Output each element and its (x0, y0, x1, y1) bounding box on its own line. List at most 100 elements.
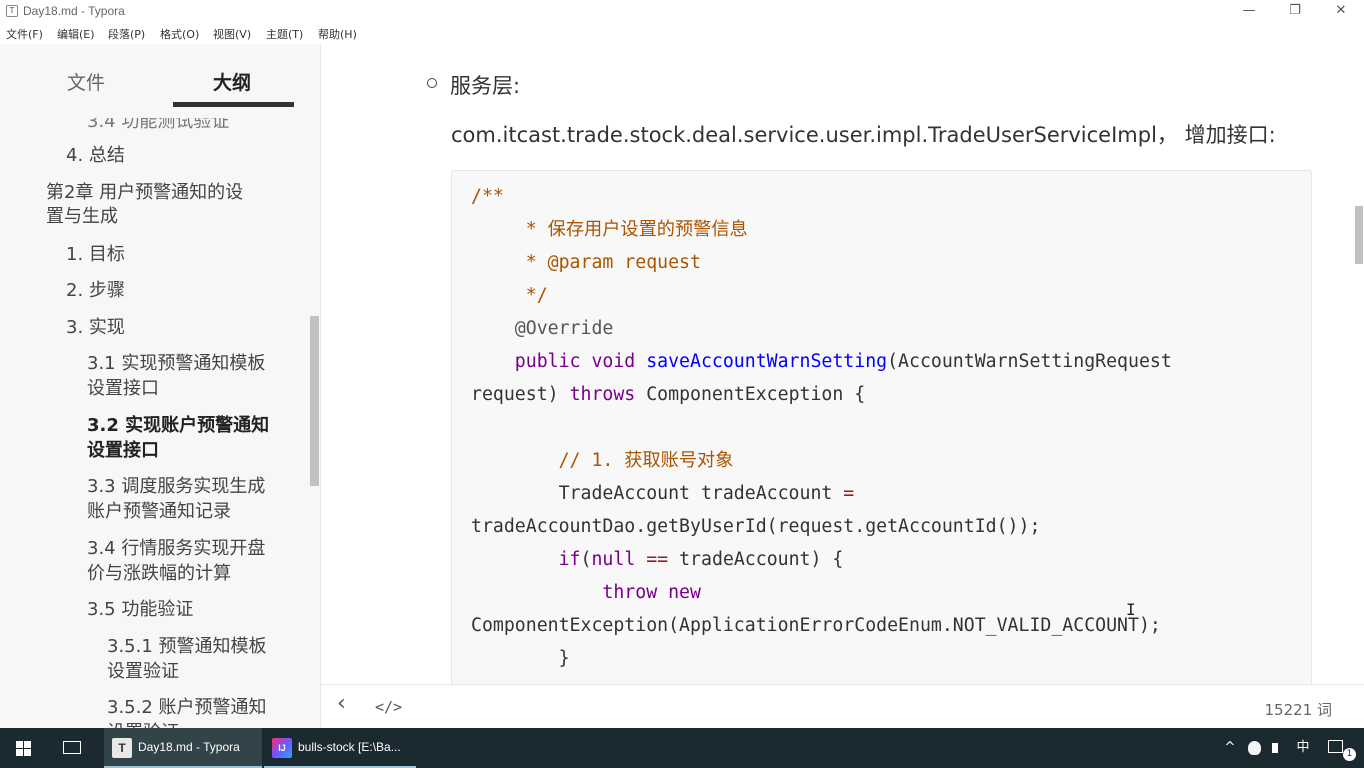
outline-item-3-1[interactable]: 3.1 实现预警通知模板 (87, 351, 265, 376)
outline-item-3-5-2-cont[interactable]: 设置验证 (107, 720, 179, 728)
windows-taskbar: T Day18.md - Typora IJ bulls-stock [E:\B… (0, 728, 1364, 768)
show-hidden-icons-chevron[interactable]: ^ (1221, 728, 1239, 768)
code-keyword: null (591, 549, 636, 570)
outline-item-3-1-cont[interactable]: 设置接口 (87, 376, 159, 401)
paragraph-class-path[interactable]: com.itcast.trade.stock.deal.service.user… (451, 119, 1276, 149)
code-text: tradeAccount) { (668, 549, 844, 570)
windows-logo-icon (16, 749, 23, 756)
minimize-button[interactable]: — (1226, 0, 1272, 22)
outline-item-summary[interactable]: 4. 总结 (66, 143, 125, 168)
notification-count-badge: 1 (1343, 748, 1356, 761)
code-annotation: @Override (471, 318, 614, 339)
menu-paragraph[interactable]: 段落(P) (108, 26, 145, 42)
input-method-indicator[interactable]: 中 (1292, 728, 1314, 768)
typora-icon: T (112, 738, 132, 758)
outline-item-3-4-test[interactable]: 3.4 功能测试验证 (87, 118, 229, 134)
window-title: Day18.md - Typora (23, 4, 125, 18)
task-view-icon (63, 741, 81, 754)
outline-item-chapter-2[interactable]: 第2章 用户预警通知的设 (46, 180, 243, 205)
editor-area[interactable]: 服务层: com.itcast.trade.stock.deal.service… (321, 44, 1364, 684)
code-line: request) throws ComponentException { (471, 383, 865, 407)
close-button[interactable]: ✕ (1318, 0, 1364, 22)
outline-item-3-2-active[interactable]: 3.2 实现账户预警通知 (87, 413, 269, 438)
code-keyword: public (471, 351, 581, 372)
ibeam-cursor-icon: I (1126, 600, 1136, 619)
menu-file[interactable]: 文件(F) (6, 26, 43, 42)
source-code-mode-icon[interactable]: </> (375, 698, 402, 716)
menu-format[interactable]: 格式(O) (160, 26, 199, 42)
volume-icon[interactable] (1268, 728, 1290, 768)
code-line: tradeAccountDao.getByUserId(request.getA… (471, 516, 1041, 537)
code-line: if(null == tradeAccount) { (471, 548, 844, 572)
code-line: ComponentException(ApplicationErrorCodeE… (471, 615, 1161, 636)
outline-item-3-2-active-cont[interactable]: 设置接口 (87, 438, 159, 463)
list-bullet-icon (427, 78, 437, 88)
outline-item-3-5-2[interactable]: 3.5.2 账户预警通知 (107, 695, 267, 720)
code-operator: = (843, 483, 855, 504)
taskbar-app-intellij[interactable]: IJ bulls-stock [E:\Ba... (264, 728, 416, 768)
qq-tray-icon[interactable] (1244, 728, 1266, 768)
code-line: @Override (471, 317, 614, 341)
code-line: public void saveAccountWarnSetting(Accou… (471, 350, 1172, 374)
code-line: throw new (471, 581, 701, 605)
code-keyword: if (558, 549, 581, 570)
code-method-name: saveAccountWarnSetting (635, 351, 888, 372)
menu-view[interactable]: 视图(V) (213, 26, 251, 42)
sidebar-scrollbar[interactable] (310, 316, 319, 486)
windows-logo-icon (16, 741, 23, 748)
taskbar-app-typora[interactable]: T Day18.md - Typora (104, 728, 262, 768)
start-button[interactable] (0, 728, 48, 768)
tab-files[interactable]: 文件 (67, 68, 105, 95)
taskbar-app-label: bulls-stock [E:\Ba... (298, 740, 401, 754)
restore-button[interactable]: ❐ (1272, 0, 1318, 22)
notification-icon (1328, 740, 1343, 753)
list-item-service-layer[interactable]: 服务层: (450, 70, 520, 100)
outline-item-3-4-cont[interactable]: 价与涨跌幅的计算 (87, 561, 231, 586)
outline-item-3-3[interactable]: 3.3 调度服务实现生成 (87, 474, 265, 499)
tab-outline[interactable]: 大纲 (213, 68, 251, 95)
code-line: TradeAccount tradeAccount = (471, 482, 855, 506)
code-line: } (471, 648, 570, 669)
taskbar-app-label: Day18.md - Typora (138, 740, 240, 754)
menu-bar: 文件(F) 编辑(E) 段落(P) 格式(O) 视图(V) 主题(T) 帮助(H… (0, 22, 1364, 44)
menu-theme[interactable]: 主题(T) (266, 26, 303, 42)
code-text: ( (580, 549, 592, 570)
title-bar: T Day18.md - Typora — ❐ ✕ (0, 0, 1364, 22)
outline-item-chapter-2-cont[interactable]: 置与生成 (46, 204, 118, 229)
outline-item-3-5-1-cont[interactable]: 设置验证 (107, 659, 179, 684)
code-text: request) (471, 384, 570, 405)
intellij-icon: IJ (272, 738, 292, 758)
outline-item-3-5[interactable]: 3.5 功能验证 (87, 597, 193, 622)
windows-logo-icon (24, 741, 31, 748)
outline-item-steps[interactable]: 2. 步骤 (66, 278, 125, 303)
outline-item-3-4[interactable]: 3.4 行情服务实现开盘 (87, 536, 265, 561)
code-line: */ (471, 285, 548, 306)
toggle-sidebar-icon[interactable]: ‹ (337, 691, 346, 716)
editor-scrollbar[interactable] (1355, 206, 1363, 264)
code-line: // 1. 获取账号对象 (471, 450, 734, 471)
menu-help[interactable]: 帮助(H) (318, 26, 357, 42)
outline-item-goal[interactable]: 1. 目标 (66, 242, 125, 267)
speaker-icon (1272, 743, 1278, 753)
outline-item-3-3-cont[interactable]: 账户预警通知记录 (87, 499, 231, 524)
outline-item-3-5-1[interactable]: 3.5.1 预警通知模板 (107, 634, 267, 659)
windows-logo-icon (24, 749, 31, 756)
outline-item-implement[interactable]: 3. 实现 (66, 315, 125, 340)
task-view-button[interactable] (48, 728, 96, 768)
code-block[interactable]: /** * 保存用户设置的预警信息 * @param request */ @O… (451, 170, 1312, 684)
sidebar: 文件 大纲 3.4 功能测试验证 4. 总结 第2章 用户预警通知的设 置与生成… (0, 44, 321, 728)
sidebar-tabs: 文件 大纲 (0, 44, 320, 108)
menu-edit[interactable]: 编辑(E) (57, 26, 95, 42)
code-line: /** (471, 186, 504, 207)
word-count[interactable]: 15221 词 (1265, 699, 1333, 720)
code-keyword: throws (569, 384, 636, 405)
code-line: * 保存用户设置的预警信息 (471, 219, 748, 240)
code-operator: == (646, 549, 669, 570)
code-text: TradeAccount tradeAccount (471, 483, 844, 504)
code-text: (AccountWarnSettingRequest (887, 351, 1172, 372)
code-text: ComponentException { (635, 384, 866, 405)
active-tab-indicator (173, 102, 294, 107)
